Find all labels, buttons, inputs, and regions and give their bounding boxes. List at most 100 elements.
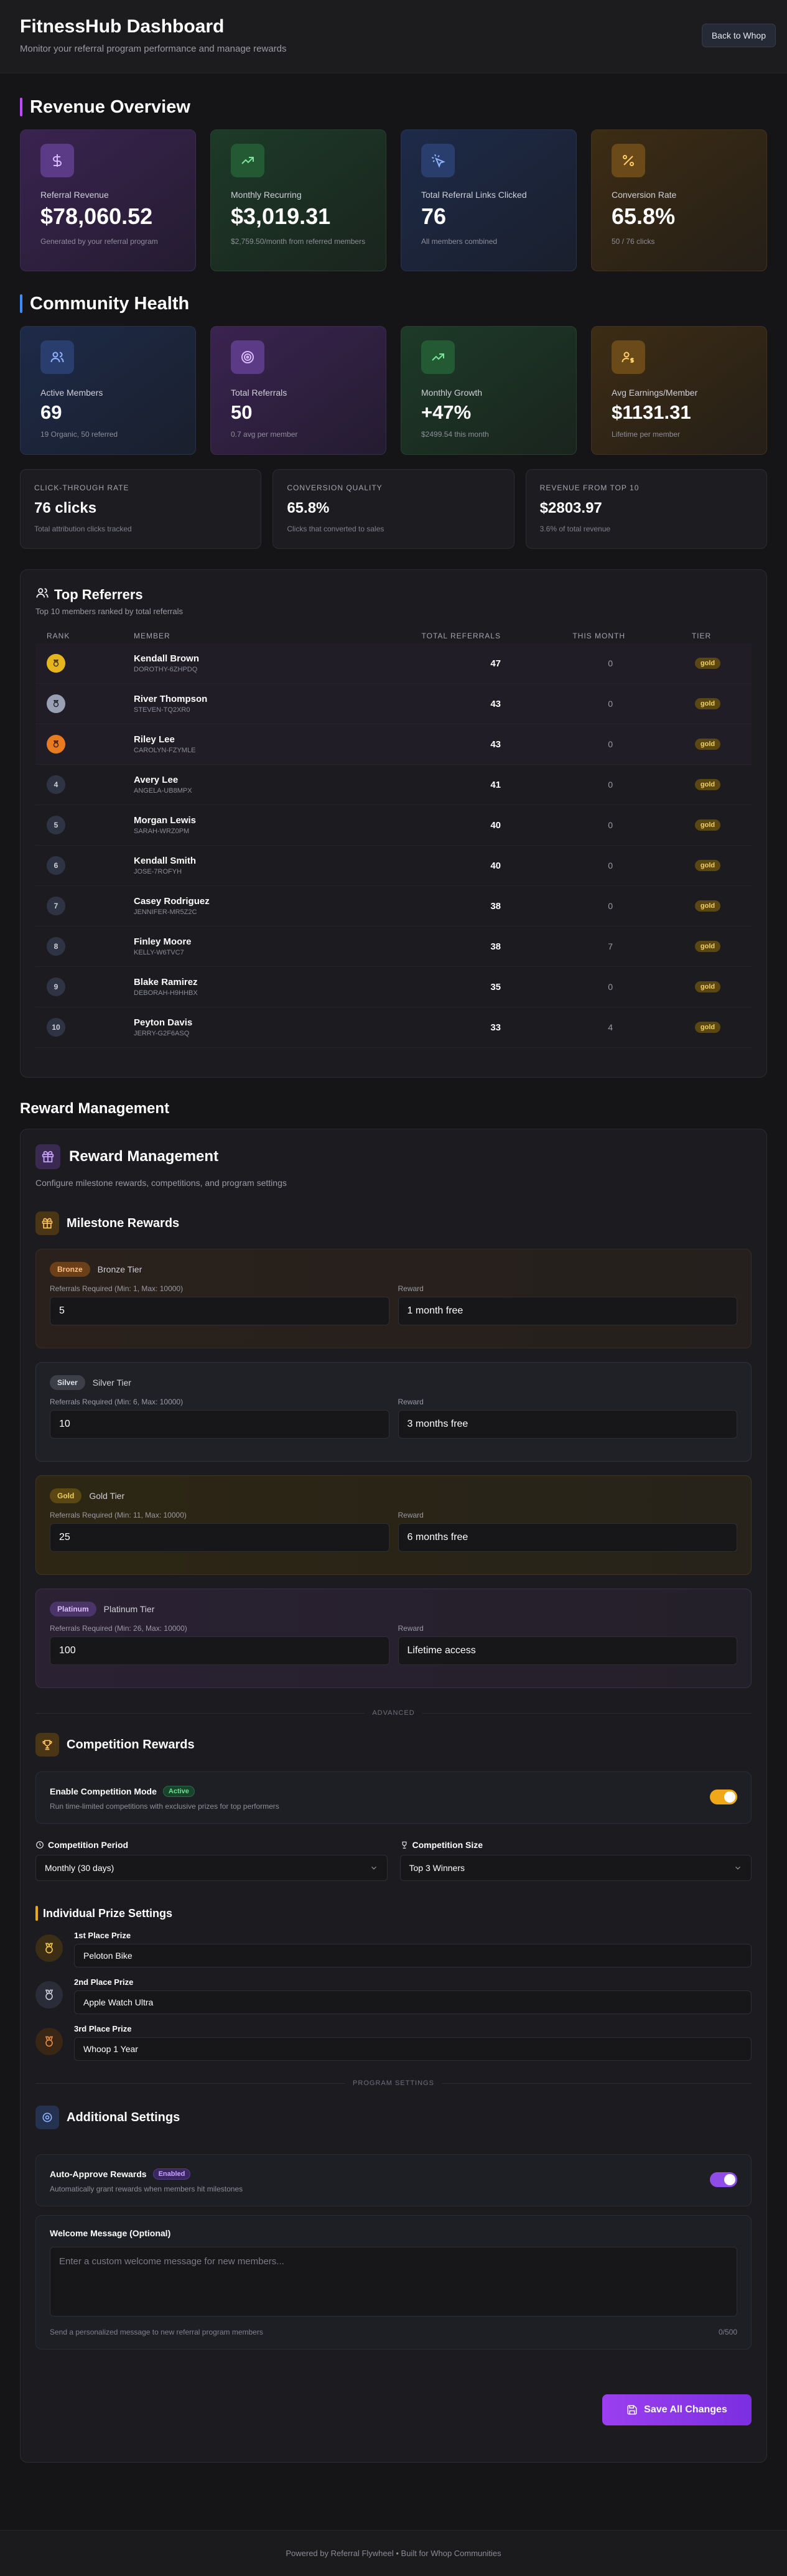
- rank-badge: 8: [47, 937, 65, 956]
- page-subtitle: Monitor your referral program performanc…: [20, 44, 287, 54]
- referrals-required-input[interactable]: 100: [50, 1636, 389, 1665]
- medal-icon: [35, 2028, 63, 2055]
- reward-label: Reward: [398, 1398, 424, 1406]
- reward-input[interactable]: 6 months free: [398, 1523, 737, 1552]
- tier-fields: Referrals Required (Min: 11, Max: 10000)…: [50, 1511, 737, 1552]
- tier-header: Platinum Platinum Tier: [50, 1602, 737, 1617]
- tier-badge: gold: [694, 658, 721, 669]
- card-value: 65.8%: [612, 203, 676, 229]
- monthly-growth-card: Monthly Growth +47% $2499.54 this month: [401, 326, 577, 455]
- medal-icon: [35, 1934, 63, 1962]
- reward-input[interactable]: Lifetime access: [398, 1636, 737, 1665]
- save-row: Save All Changes: [35, 2394, 752, 2425]
- member-name: Avery Lee: [134, 775, 179, 785]
- save-all-changes-button[interactable]: Save All Changes: [602, 2394, 752, 2425]
- auto-approve-row: Auto-Approve Rewards Enabled: [50, 2168, 737, 2180]
- total-referrals: 43: [490, 739, 501, 750]
- card-label: Avg Earnings/Member: [612, 388, 698, 398]
- rank-cell: [47, 694, 134, 713]
- card-value: +47%: [421, 401, 472, 423]
- member-cell: Kendall Brown DOROTHY-6ZHPDQ: [134, 653, 383, 673]
- target-icon: [231, 340, 264, 374]
- medal-icon: [47, 735, 65, 754]
- member-code: SARAH-WRZ0PM: [134, 828, 190, 835]
- rank-cell: 9: [47, 978, 134, 996]
- card-label: Total Referral Links Clicked: [421, 190, 527, 200]
- referrals-required-input[interactable]: 25: [50, 1523, 389, 1552]
- card-note: 50 / 76 clicks: [612, 237, 655, 246]
- member-code: KELLY-W6TVC7: [134, 949, 184, 956]
- top-referrers-title: Top Referrers: [54, 586, 143, 602]
- tier-header: Bronze Bronze Tier: [50, 1262, 737, 1277]
- total-referrals: 41: [490, 779, 501, 790]
- period-label-row: Competition Period: [35, 1840, 388, 1850]
- additional-settings-title: Additional Settings: [67, 2110, 180, 2124]
- tier-name: Gold Tier: [89, 1491, 125, 1501]
- table-row: 7 Casey Rodriguez JENNIFER-MR5Z2C 38 0 gold: [35, 886, 752, 926]
- total-referrals: 35: [490, 981, 501, 992]
- member-name: Blake Ramirez: [134, 977, 198, 987]
- reward-management-subtitle: Configure milestone rewards, competition…: [35, 1178, 287, 1188]
- competition-mode-label: Enable Competition Mode: [50, 1786, 157, 1796]
- table-row: River Thompson STEVEN-TQ2XR0 43 0 gold: [35, 684, 752, 724]
- save-label: Save All Changes: [644, 2404, 727, 2415]
- milestone-title: Milestone Rewards: [67, 1216, 180, 1230]
- medal-icon: [47, 694, 65, 713]
- rank-badge: 9: [47, 978, 65, 996]
- reward-input[interactable]: 1 month free: [398, 1297, 737, 1325]
- member-code: CAROLYN-FZYMLE: [134, 747, 196, 754]
- size-select[interactable]: Top 3 Winners: [399, 1855, 752, 1881]
- users-icon: [40, 340, 74, 374]
- card-value: $3,019.31: [231, 203, 331, 229]
- member-name: River Thompson: [134, 694, 208, 704]
- active-members-card: Active Members 69 19 Organic, 50 referre…: [20, 326, 196, 455]
- table-header: RANK MEMBER TOTAL REFERRALS THIS MONTH T…: [35, 628, 752, 643]
- settings-icon: [35, 2106, 59, 2129]
- period-select[interactable]: Monthly (30 days): [35, 1855, 388, 1881]
- milestone-header: Milestone Rewards: [35, 1211, 752, 1235]
- rank-badge: 5: [47, 816, 65, 834]
- referrals-required-input[interactable]: 10: [50, 1410, 389, 1439]
- competition-mode-toggle[interactable]: [710, 1790, 737, 1804]
- member-cell: Blake Ramirez DEBORAH-H9HHBX: [134, 977, 383, 997]
- trend-up-icon: [231, 144, 264, 177]
- referrals-required-group: Referrals Required (Min: 6, Max: 10000) …: [50, 1398, 389, 1439]
- member-code: JERRY-G2F6ASQ: [134, 1030, 190, 1037]
- tier-name: Bronze Tier: [97, 1264, 142, 1274]
- card-value: $1131.31: [612, 401, 691, 423]
- prize-input[interactable]: Apple Watch Ultra: [74, 1990, 752, 2014]
- prize-input[interactable]: Whoop 1 Year: [74, 2037, 752, 2061]
- table-row: 8 Finley Moore KELLY-W6TVC7 38 7 gold: [35, 926, 752, 967]
- card-label: Referral Revenue: [40, 190, 109, 200]
- tier-badge: gold: [694, 860, 721, 871]
- card-label: Monthly Recurring: [231, 190, 302, 200]
- table-row: 9 Blake Ramirez DEBORAH-H9HHBX 35 0 gold: [35, 967, 752, 1007]
- reward-input[interactable]: 3 months free: [398, 1410, 737, 1439]
- welcome-message-textarea[interactable]: Enter a custom welcome message for new m…: [50, 2247, 737, 2317]
- rank-badge: 10: [47, 1018, 65, 1037]
- prize-input[interactable]: Peloton Bike: [74, 1944, 752, 1967]
- total-referrals: 38: [490, 941, 501, 952]
- this-month: 0: [608, 780, 613, 790]
- save-icon: [627, 2405, 637, 2415]
- revenue-heading: Revenue Overview: [30, 96, 190, 117]
- trophy-icon: [35, 1733, 59, 1757]
- reward-group: Reward 6 months free: [398, 1511, 737, 1552]
- rank-cell: 5: [47, 816, 134, 834]
- competition-mode-box: Enable Competition Mode Active Run time-…: [35, 1771, 752, 1824]
- tier-header: Gold Gold Tier: [50, 1488, 737, 1503]
- col-tier: TIER: [691, 632, 712, 640]
- auto-approve-toggle[interactable]: [710, 2172, 737, 2187]
- metric-note: Total attribution clicks tracked: [34, 525, 132, 533]
- table-row: 5 Morgan Lewis SARAH-WRZ0PM 40 0 gold: [35, 805, 752, 846]
- size-group: Competition Size Top 3 Winners: [399, 1840, 752, 1881]
- users-icon: [35, 586, 49, 603]
- period-group: Competition Period Monthly (30 days): [35, 1840, 388, 1881]
- links-clicked-card: Total Referral Links Clicked 76 All memb…: [401, 129, 577, 271]
- card-note: 0.7 avg per member: [231, 430, 298, 439]
- referrals-required-input[interactable]: 5: [50, 1297, 389, 1325]
- back-to-whop-button[interactable]: Back to Whop: [701, 24, 776, 47]
- table-row: 4 Avery Lee ANGELA-UB8MPX 41 0 gold: [35, 765, 752, 805]
- rank-cell: 8: [47, 937, 134, 956]
- member-cell: Avery Lee ANGELA-UB8MPX: [134, 775, 383, 795]
